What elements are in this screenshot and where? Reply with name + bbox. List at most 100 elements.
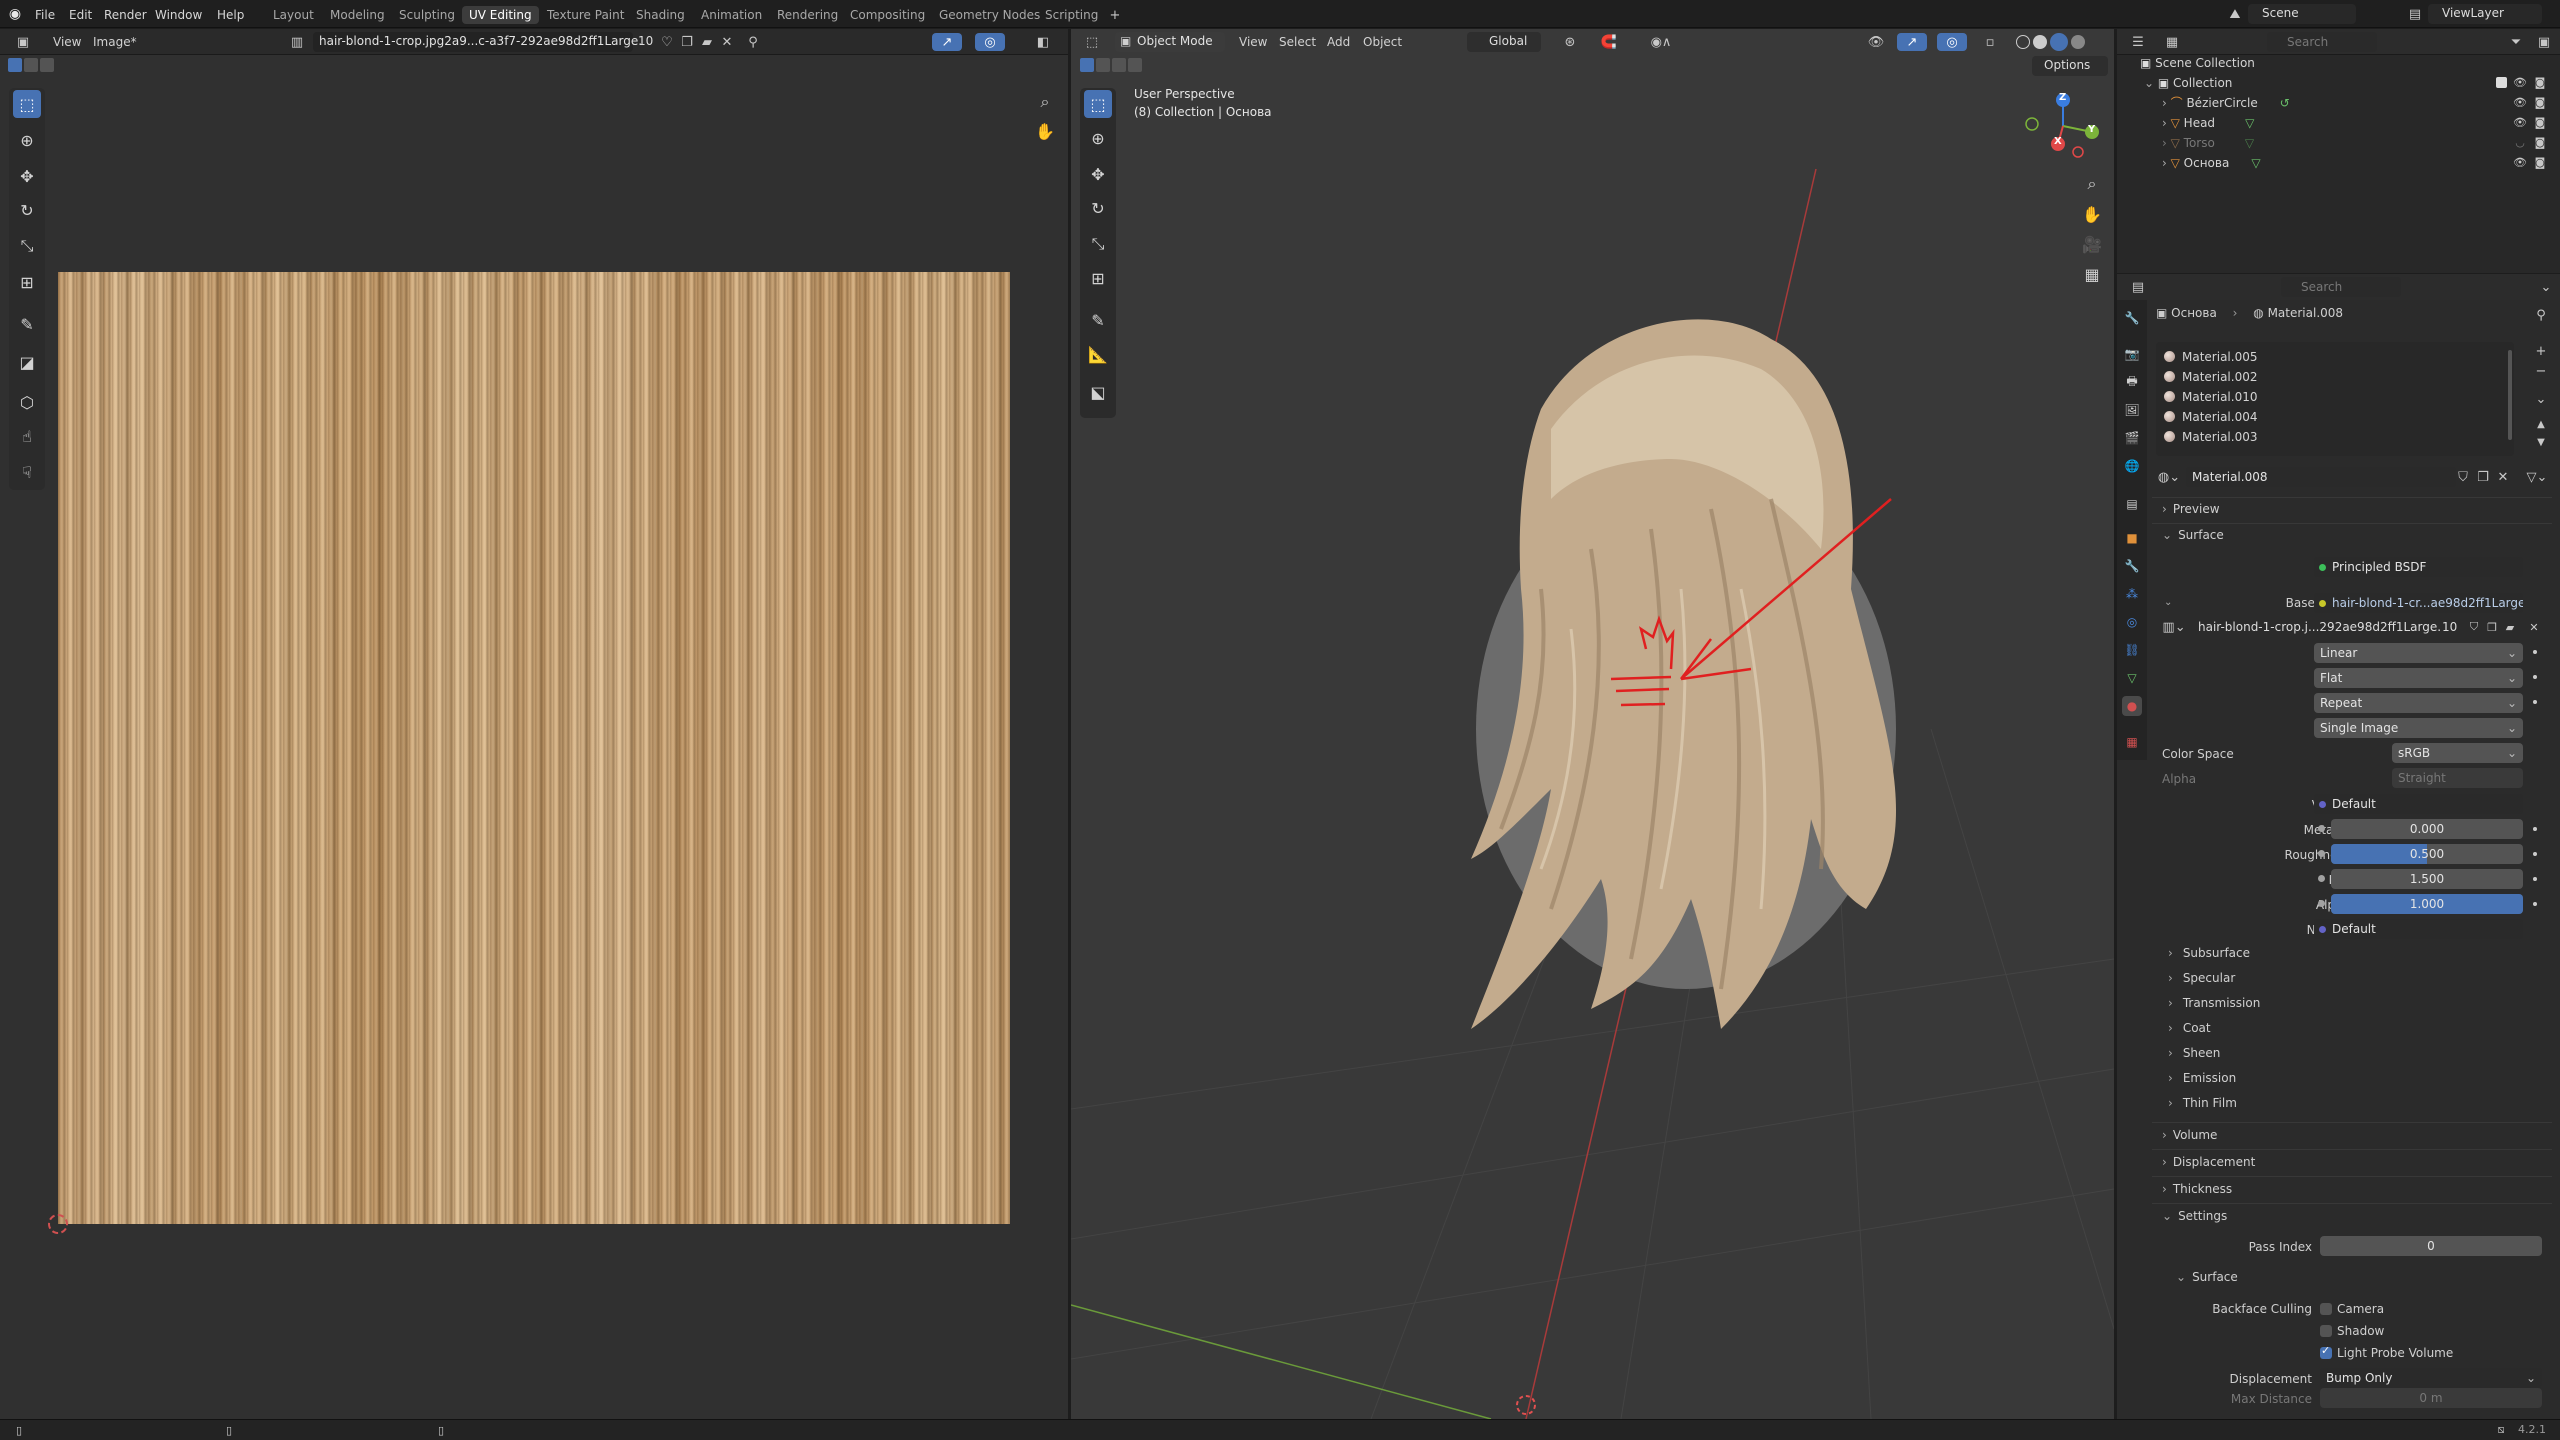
expand-arrow-icon[interactable]: ›: [2162, 96, 2171, 110]
backface-shadow-checkbox[interactable]: [2320, 1325, 2332, 1337]
base-color-expand-icon[interactable]: ⌄: [2164, 597, 2172, 608]
material-slot-item[interactable]: Material.002: [2164, 370, 2257, 384]
object-tab-icon[interactable]: ■: [2122, 528, 2142, 548]
scene-icon[interactable]: ⛰: [2225, 4, 2245, 24]
rip-tool[interactable]: ◪: [13, 348, 41, 376]
tab-compositing[interactable]: Compositing: [843, 6, 932, 24]
relax-tool[interactable]: ☝: [13, 422, 41, 450]
thickness-panel-header[interactable]: › Thickness: [2162, 1182, 2232, 1196]
pivot-icon[interactable]: ⊛: [1557, 33, 1583, 51]
image-menu-image[interactable]: Image*: [93, 33, 137, 51]
settings-panel-header[interactable]: ⌄ Settings: [2162, 1209, 2227, 1223]
menu-render[interactable]: Render: [104, 6, 147, 24]
node-link-icon[interactable]: ▽⌄: [2522, 468, 2552, 486]
pinch-tool[interactable]: ☟: [13, 458, 41, 486]
menu-help[interactable]: Help: [217, 6, 244, 24]
camera-render-icon[interactable]: ◙: [2532, 94, 2548, 110]
viewport-3d[interactable]: [1071, 29, 2114, 1419]
metallic-slider[interactable]: 0.000: [2331, 819, 2523, 839]
vp-cursor-tool[interactable]: ⊕: [1084, 124, 1112, 152]
material-browse-icon[interactable]: ◍⌄: [2156, 467, 2182, 487]
subpanel-thin-film[interactable]: › Thin Film: [2168, 1096, 2237, 1110]
orientation-selector[interactable]: Global: [1467, 32, 1541, 52]
eye-icon[interactable]: 👁: [2512, 154, 2528, 170]
particles-tab-icon[interactable]: ⁂: [2122, 584, 2142, 604]
vp-zoom-icon[interactable]: ⌕: [2078, 170, 2106, 198]
image-name-field[interactable]: hair-blond-1-crop.jpg2a9...c-a3f7-292ae9…: [313, 32, 642, 52]
pin-icon[interactable]: ⚲: [744, 33, 762, 51]
alpha-mode-select[interactable]: Straight: [2392, 768, 2523, 788]
expand-arrow-icon[interactable]: ›: [2162, 156, 2171, 170]
blender-logo-icon[interactable]: ◉: [6, 5, 24, 23]
subpanel-emission[interactable]: › Emission: [2168, 1071, 2236, 1085]
outliner-item[interactable]: › ▽ Основа ▽: [2162, 153, 2261, 173]
roughness-slider[interactable]: 0.500: [2331, 844, 2523, 864]
scene-tab-icon[interactable]: 🎬: [2122, 428, 2142, 448]
modifier-tab-icon[interactable]: 🔧: [2122, 556, 2142, 576]
source-select[interactable]: Single Image ⌄: [2314, 718, 2523, 738]
cursor-tool[interactable]: ⊕: [13, 126, 41, 154]
outliner-collection[interactable]: ⌄ ▣ Collection: [2144, 73, 2232, 93]
menu-file[interactable]: File: [35, 6, 55, 24]
shading-solid-icon[interactable]: [2033, 35, 2047, 49]
base-color-link-field[interactable]: hair-blond-1-cr...ae98d2ff1Large.: [2314, 593, 2523, 613]
keyframe-dot-icon[interactable]: [2533, 852, 2537, 856]
editor-type-icon[interactable]: ▣: [10, 33, 36, 51]
menu-window[interactable]: Window: [155, 6, 202, 24]
add-workspace-icon[interactable]: +: [1106, 6, 1124, 24]
tab-geometry-nodes[interactable]: Geometry Nodes: [932, 6, 1047, 24]
keyframe-dot-icon[interactable]: [2533, 827, 2537, 831]
image-menu-view[interactable]: View: [53, 33, 81, 51]
settings-surface-subpanel[interactable]: ⌄ Surface: [2176, 1270, 2238, 1284]
max-distance-field[interactable]: 0 m: [2320, 1388, 2542, 1408]
select-box-tool[interactable]: ⬚: [13, 90, 41, 118]
tab-shading[interactable]: Shading: [629, 6, 692, 24]
vp-menu-add[interactable]: Add: [1327, 33, 1350, 51]
rotate-tool[interactable]: ↻: [13, 196, 41, 224]
slot-list-scrollbar[interactable]: [2508, 350, 2512, 440]
filter-icon[interactable]: ⏷: [2503, 33, 2529, 51]
display-channels-icon[interactable]: ◧: [1030, 33, 1056, 51]
camera-render-icon[interactable]: ◙: [2532, 114, 2548, 130]
add-slot-icon[interactable]: +: [2532, 342, 2550, 360]
tool-tab-icon[interactable]: 🔧: [2122, 308, 2142, 328]
keyframe-dot-icon[interactable]: [2533, 675, 2537, 679]
display-mode-icon[interactable]: ▦: [2159, 33, 2185, 51]
scale-tool[interactable]: ⤡: [13, 232, 41, 260]
duplicate-icon[interactable]: ❐: [678, 33, 696, 51]
properties-pin-icon[interactable]: ⚲: [2532, 306, 2550, 324]
vp-measure-tool[interactable]: 📐: [1084, 340, 1112, 368]
scene-selector[interactable]: Scene: [2248, 4, 2356, 24]
annotate-tool[interactable]: ✎: [13, 310, 41, 338]
interpolation-select[interactable]: Linear ⌄: [2314, 643, 2523, 663]
displacement-method-select[interactable]: Bump Only ⌄: [2320, 1368, 2542, 1388]
vp-select-subtract-icon[interactable]: [1112, 58, 1126, 72]
image-node-browse-icon[interactable]: ▥⌄: [2162, 618, 2186, 636]
tab-animation[interactable]: Animation: [694, 6, 769, 24]
move-slot-up-icon[interactable]: ▲: [2532, 416, 2550, 432]
ior-field[interactable]: 1.500: [2331, 869, 2523, 889]
proportional-edit-icon[interactable]: ◉∧: [1641, 33, 1681, 51]
open-folder-icon[interactable]: ▰: [698, 33, 716, 51]
vp-annotate-tool[interactable]: ✎: [1084, 306, 1112, 334]
visibility-icon[interactable]: 👁: [1861, 33, 1891, 51]
material-slot-item[interactable]: Material.005: [2164, 350, 2257, 364]
viewlayer-selector[interactable]: ViewLayer: [2428, 4, 2542, 24]
surface-shader-field[interactable]: Principled BSDF: [2314, 557, 2523, 577]
move-tool[interactable]: ✥: [13, 162, 41, 190]
expand-arrow-icon[interactable]: ⌄: [2144, 76, 2158, 90]
material-name-field[interactable]: Material.008: [2186, 467, 2456, 487]
transform-tool[interactable]: ⊞: [13, 268, 41, 296]
uv-2d-cursor[interactable]: [48, 1214, 68, 1234]
slot-specials-icon[interactable]: ⌄: [2532, 390, 2550, 408]
vp-scale-tool[interactable]: ⤡: [1084, 230, 1112, 258]
image-node-fake-user-icon[interactable]: ⛉: [2466, 619, 2482, 635]
material-tab-icon[interactable]: ●: [2122, 696, 2142, 716]
material-slot-item[interactable]: Material.003: [2164, 430, 2257, 444]
volume-panel-header[interactable]: › Volume: [2162, 1128, 2217, 1142]
zoom-icon[interactable]: ⌕: [1031, 89, 1059, 115]
overlay-toggle-icon[interactable]: ◎: [975, 33, 1005, 51]
shading-material-icon[interactable]: [2050, 33, 2068, 51]
shading-wireframe-icon[interactable]: [2016, 35, 2030, 49]
fake-user-icon[interactable]: ♡: [658, 33, 676, 51]
